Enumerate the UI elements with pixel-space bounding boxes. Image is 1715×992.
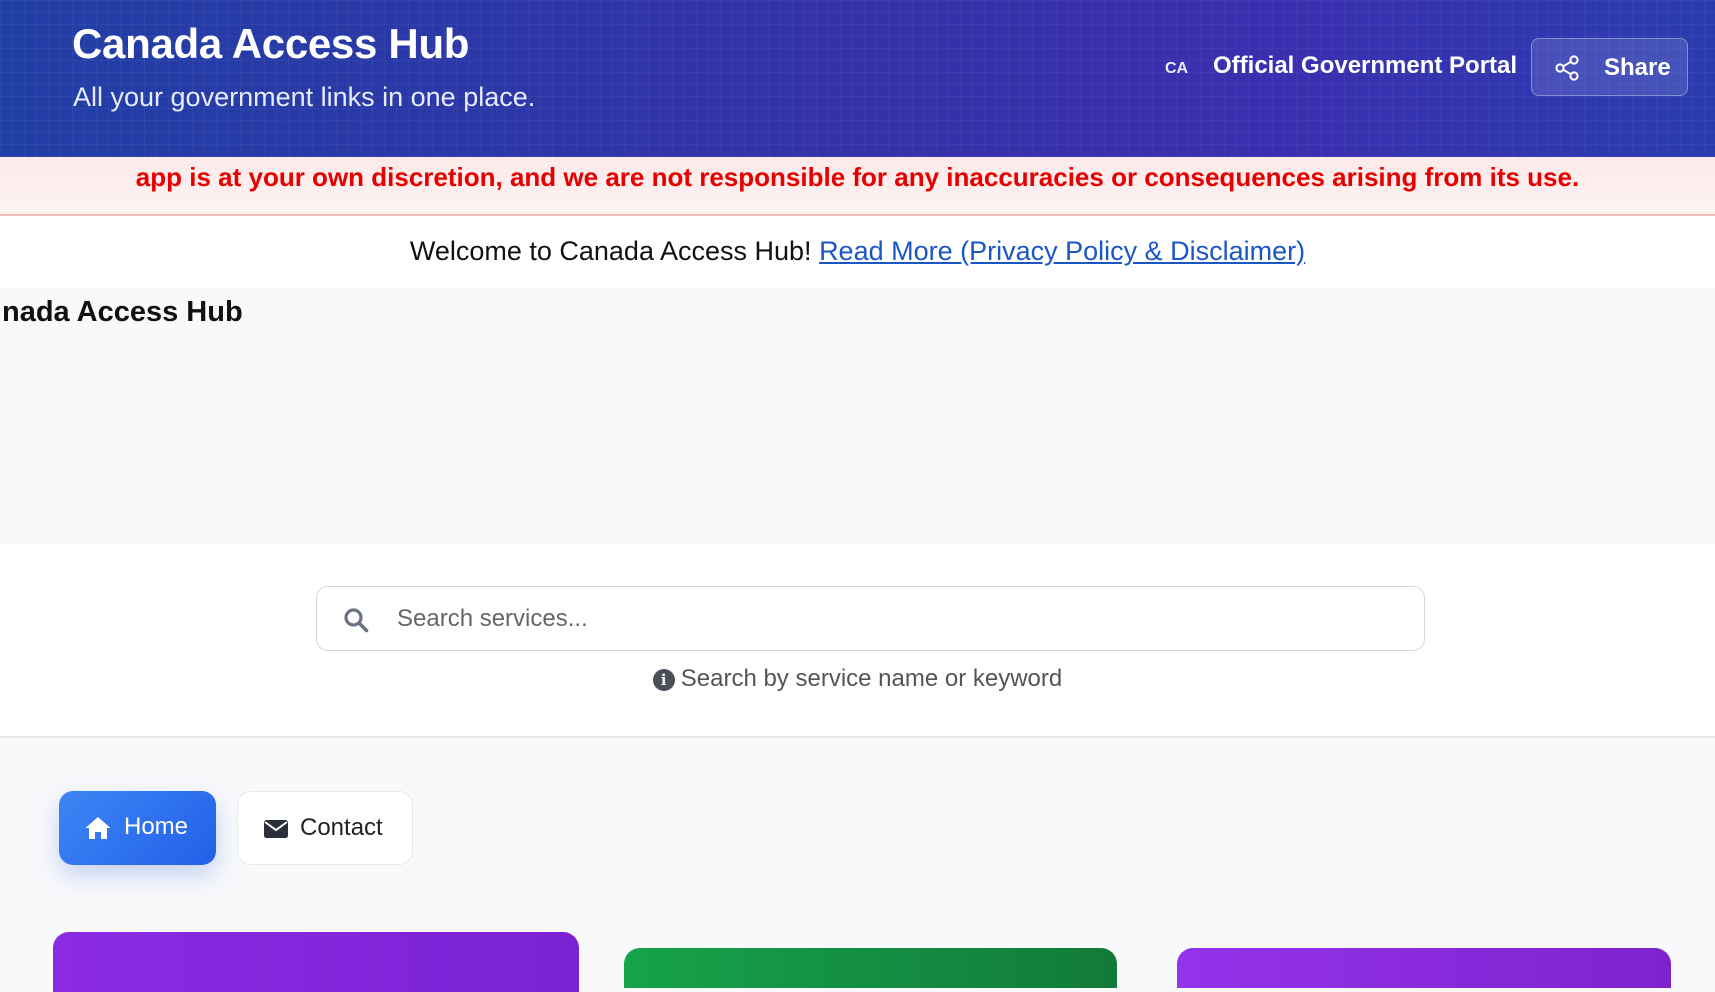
welcome-message: Welcome to Canada Access Hub! Read More … [0, 236, 1715, 267]
share-button[interactable]: Share [1531, 38, 1688, 96]
info-icon: i [652, 669, 675, 691]
home-icon [85, 817, 111, 839]
nav-contact-button[interactable]: Contact [237, 791, 413, 865]
site-title: Canada Access Hub [72, 20, 470, 67]
portal-label: Official Government Portal [1213, 52, 1518, 79]
search-hint-text: Search by service name or keyword [680, 665, 1063, 692]
privacy-policy-link[interactable]: Read More (Privacy Policy & Disclaimer) [819, 236, 1305, 266]
search-hint: i Search by service name or keyword [0, 665, 1715, 693]
share-label: Share [1604, 54, 1671, 81]
welcome-bar: Welcome to Canada Access Hub! Read More … [0, 216, 1715, 288]
envelope-icon [264, 820, 288, 838]
nav-home-label: Home [124, 813, 189, 840]
service-card[interactable] [53, 932, 579, 992]
service-card[interactable] [624, 948, 1117, 988]
welcome-text: Welcome to Canada Access Hub! [409, 236, 812, 266]
disclaimer-banner: app is at your own discretion, and we ar… [0, 157, 1715, 216]
nav-contact-label: Contact [300, 814, 383, 841]
page-heading: nada Access Hub [2, 296, 243, 328]
search-input[interactable] [395, 597, 1399, 641]
search-box[interactable] [316, 586, 1425, 651]
disclaimer-text: app is at your own discretion, and we ar… [135, 162, 1580, 192]
search-section: iSearch by service name or keyword [0, 544, 1715, 738]
site-subtitle: All your government links in one place. [73, 82, 536, 112]
nav-home-button[interactable]: Home [59, 791, 216, 865]
share-icon [1555, 55, 1579, 81]
site-header: Canada Access Hub All your government li… [0, 0, 1715, 157]
country-code-badge: CA [1165, 60, 1189, 77]
search-icon [344, 608, 369, 633]
content-area: nada Access Hub [0, 288, 1715, 544]
service-card[interactable] [1177, 948, 1671, 988]
